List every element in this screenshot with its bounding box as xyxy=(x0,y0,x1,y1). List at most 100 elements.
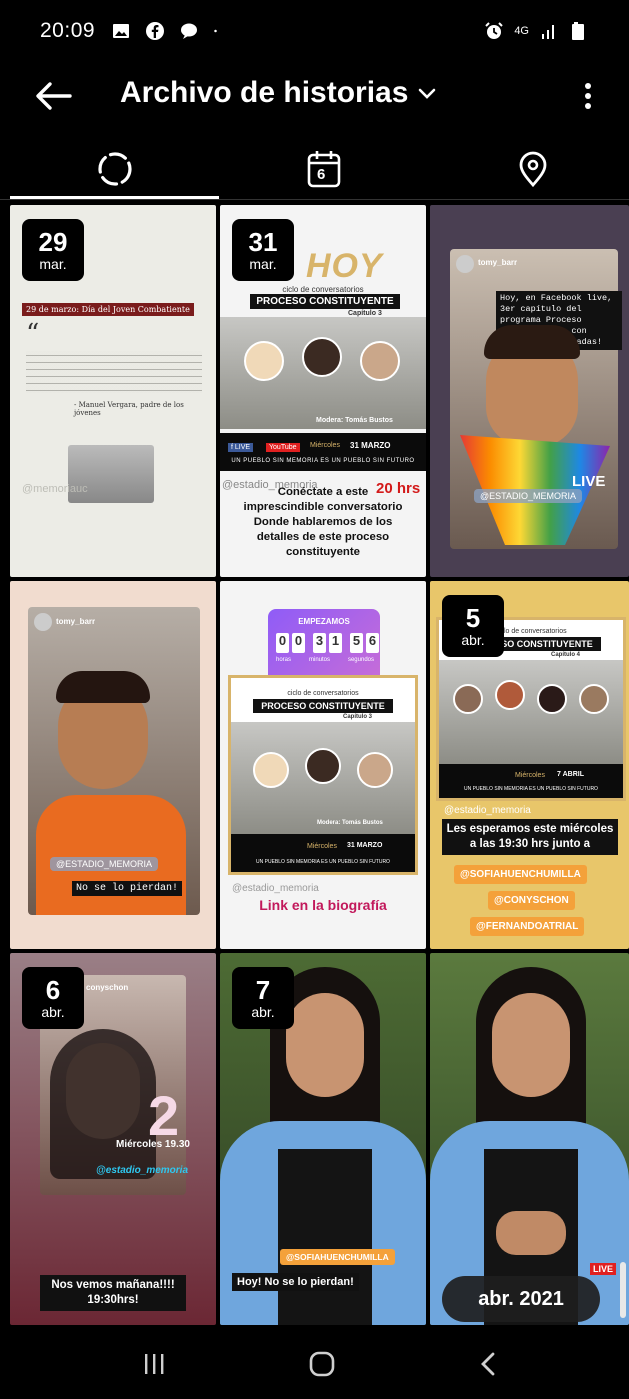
countdown-digit: 5 xyxy=(350,633,363,653)
face xyxy=(492,993,570,1097)
tab-divider xyxy=(0,199,629,200)
tile-heading: 29 de marzo: Día del Joven Combatiente xyxy=(22,303,194,316)
tile-caption: Nos vemos mañana!!!! 19:30hrs! xyxy=(40,1275,186,1311)
countdown-digit: 1 xyxy=(329,633,342,653)
youtube-live-logo: YouTube xyxy=(266,443,300,452)
recents-icon xyxy=(145,1354,164,1374)
facebook-icon xyxy=(146,22,165,40)
page-title: Archivo de historias xyxy=(120,76,409,109)
calendar-number: 6 xyxy=(317,166,326,183)
guest-photo xyxy=(302,337,342,377)
date-day: 29 xyxy=(38,227,68,257)
fast-scroll-handle[interactable] xyxy=(620,1262,626,1318)
hair xyxy=(56,671,150,703)
tile-caption: No se lo pierdan! xyxy=(72,881,183,896)
story-tile[interactable]: ciclo de conversatorios PROCESO CONSTITU… xyxy=(430,581,629,949)
countdown-digit: 6 xyxy=(366,633,379,653)
story-tile[interactable]: EMPEZAMOS 0 0 3 1 5 6 horas minutos segu… xyxy=(220,581,426,949)
status-bar: 20:09 4G xyxy=(0,0,629,62)
date-month: abr. xyxy=(41,1004,65,1020)
event-bar: f LIVE YouTube Miércoles 31 MARZO UN PUE… xyxy=(220,433,426,471)
chat-bubble-icon xyxy=(181,23,198,39)
date-day: 6 xyxy=(45,975,61,1005)
date-day: 5 xyxy=(465,603,481,633)
story-tile[interactable]: conyschon 2 Miércoles 19.30 @estadio_mem… xyxy=(10,953,216,1325)
facebook-live-logo: f LIVE xyxy=(228,443,254,452)
date-badge: 29 mar. xyxy=(22,219,84,281)
black-vest xyxy=(278,1149,372,1325)
event-date: 31 MARZO xyxy=(347,842,383,849)
date-month: mar. xyxy=(39,256,67,272)
user-avatar xyxy=(456,255,474,273)
chapter: Capítulo 3 xyxy=(348,310,382,317)
back-arrow-icon[interactable] xyxy=(34,78,74,114)
quote-mark: “ xyxy=(26,319,40,349)
brand-logo: HOY xyxy=(306,247,383,285)
guest-photo xyxy=(357,752,393,788)
notification-icons xyxy=(111,21,223,41)
date-badge: 7 abr. xyxy=(232,967,294,1029)
mention-sticker: @SOFIAHUENCHUMILLA xyxy=(454,865,587,884)
back-icon xyxy=(481,1352,495,1376)
tile-handle: @memoriauc xyxy=(22,483,88,495)
tile-handle: @estadio_memoria xyxy=(96,1165,189,1176)
quote-text-block xyxy=(26,351,202,393)
event-day: Miércoles xyxy=(515,772,545,779)
gallery-icon xyxy=(113,24,130,38)
story-tile[interactable]: LIVE xyxy=(430,953,629,1325)
story-user: tomy_barr xyxy=(478,258,518,267)
tab-calendar[interactable]: 6 xyxy=(219,138,428,200)
story-tile[interactable]: tomy_barr Hoy, en Facebook live, 3er cap… xyxy=(430,205,629,577)
app-header: Archivo de historias xyxy=(0,62,629,132)
tile-handle: @estadio_memoria xyxy=(444,805,531,816)
banner: PROCESO CONSTITUYENTE xyxy=(250,294,400,309)
countdown-digit: 3 xyxy=(313,633,326,653)
recents-button[interactable] xyxy=(124,1347,184,1381)
guest-photo xyxy=(360,341,400,381)
tile-caption: Link en la biografía xyxy=(259,897,387,913)
system-status-icons: 4G xyxy=(484,21,589,41)
story-tile[interactable]: tomy_barr @ESTADIO_MEMORIA No se lo pier… xyxy=(10,581,216,949)
home-button[interactable] xyxy=(292,1347,352,1381)
live-label: LIVE xyxy=(572,473,606,490)
date-month: mar. xyxy=(249,256,277,272)
countdown-units: horas minutos segundos xyxy=(276,657,374,663)
date-badge: 6 abr. xyxy=(22,967,84,1029)
tab-stories[interactable] xyxy=(10,138,219,200)
guest-photo xyxy=(244,341,284,381)
quote-author: - Manuel Vergara, padre de los jóvenes xyxy=(74,401,184,417)
date-badge: 5 abr. xyxy=(442,595,504,657)
event-date: 31 MARZO xyxy=(350,441,391,450)
event-day: Miércoles xyxy=(310,442,340,449)
more-options-icon[interactable] xyxy=(576,78,600,114)
mention-sticker: @FERNANDOATRIAL xyxy=(470,917,585,936)
countdown-sticker: EMPEZAMOS 0 0 3 1 5 6 horas minutos segu… xyxy=(268,609,380,685)
banner: PROCESO CONSTITUYENTE xyxy=(253,699,393,713)
dot-icon xyxy=(214,29,217,33)
guest-photo xyxy=(453,684,483,714)
signal-icon xyxy=(542,25,554,39)
home-icon xyxy=(309,1351,335,1377)
tab-map[interactable] xyxy=(428,138,629,200)
story-tile[interactable]: @SOFIAHUENCHUMILLA Hoy! No se lo pierdan… xyxy=(220,953,426,1325)
stories-grid: 29 de marzo: Día del Joven Combatiente “… xyxy=(10,205,629,1325)
month-scroll-label: abr. 2021 xyxy=(442,1276,600,1322)
handle-sticker: @ESTADIO_MEMORIA xyxy=(50,857,158,871)
guest-photo xyxy=(253,752,289,788)
moderator: Modera: Tomás Bustos xyxy=(317,820,383,826)
story-tile[interactable]: HOY ciclo de conversatorios PROCESO CONS… xyxy=(220,205,426,577)
countdown-digit: 0 xyxy=(276,633,289,653)
tile-subtitle: ciclo de conversatorios xyxy=(282,285,364,294)
date-month: abr. xyxy=(461,632,485,648)
handle-sticker: @SOFIAHUENCHUMILLA xyxy=(280,1249,395,1265)
footer-line: UN PUEBLO SIN MEMORIA ES UN PUEBLO SIN F… xyxy=(231,458,415,464)
face xyxy=(286,993,364,1097)
back-button[interactable] xyxy=(458,1347,518,1381)
event-date: 7 ABRIL xyxy=(557,771,584,778)
tile-caption: Les esperamos este miércoles a las 19:30… xyxy=(442,819,618,855)
story-tile[interactable]: 29 de marzo: Día del Joven Combatiente “… xyxy=(10,205,216,577)
chevron-down-icon xyxy=(419,88,436,99)
title-dropdown[interactable]: Archivo de historias xyxy=(120,76,436,110)
tile-subtitle: ciclo de conversatorios xyxy=(287,690,359,697)
countdown-unit: segundos xyxy=(347,657,374,663)
